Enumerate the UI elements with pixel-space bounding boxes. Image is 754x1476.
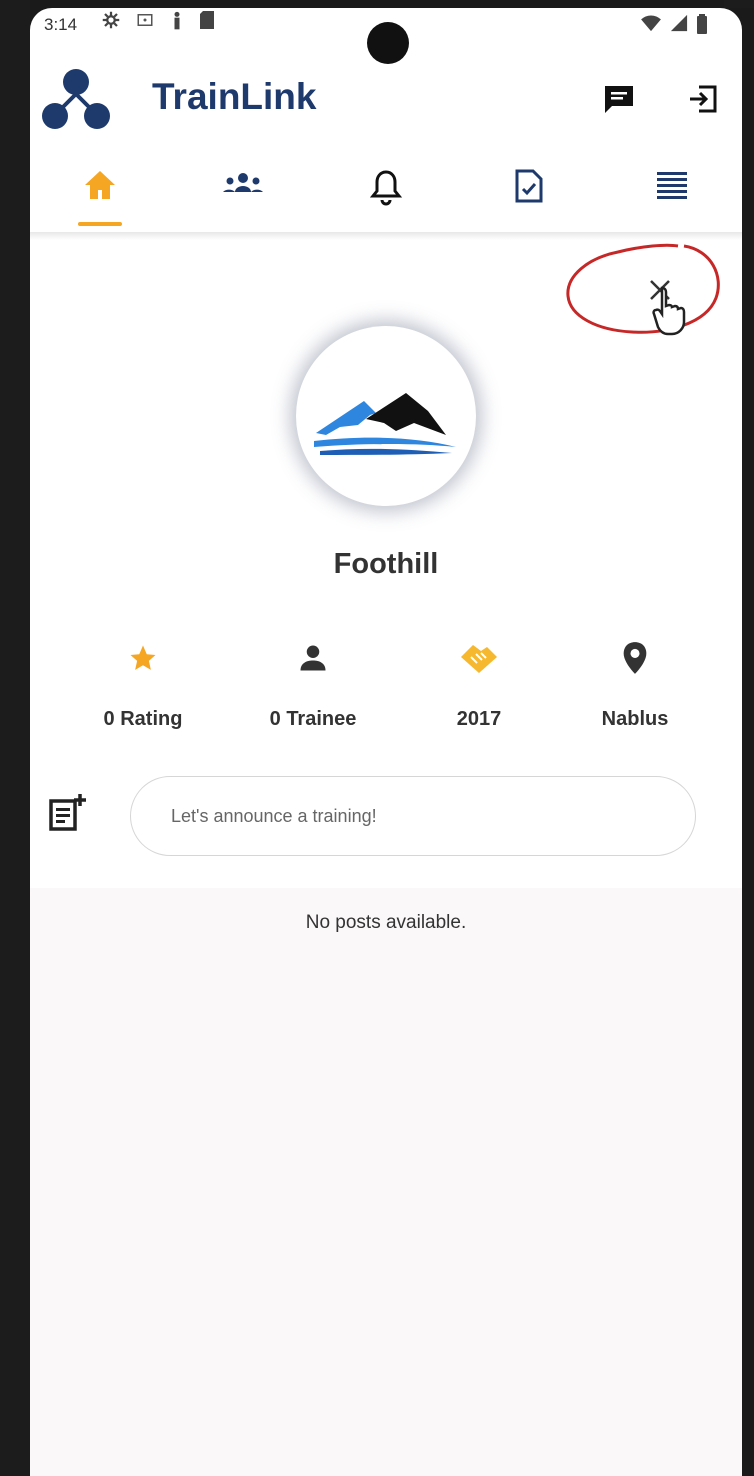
menu-icon — [657, 172, 687, 199]
posts-feed: No posts available. — [30, 888, 742, 1476]
settings-status-icon — [102, 11, 120, 29]
bell-icon — [369, 170, 403, 206]
company-avatar — [296, 326, 476, 506]
stat-founded-label: 2017 — [456, 708, 502, 730]
stat-rating: 0 Rating — [58, 636, 228, 731]
new-post-icon[interactable] — [48, 792, 88, 832]
tab-bar — [30, 158, 742, 234]
app-title: TrainLink — [152, 76, 317, 117]
app-header: TrainLink — [30, 58, 742, 148]
company-stats: 0 Rating 0 Trainee 2017 Nablus — [30, 636, 742, 746]
mouse-cursor-icon — [652, 286, 686, 336]
no-posts-message: No posts available. — [305, 912, 467, 933]
status-icons-right — [640, 14, 708, 34]
person-icon — [300, 645, 326, 671]
tab-documents[interactable] — [489, 158, 569, 234]
stat-location-label: Nablus — [601, 708, 669, 730]
stat-trainees: 0 Trainee — [228, 636, 398, 731]
stat-founded: 2017 — [394, 636, 564, 731]
device-bezel-top — [724, 0, 754, 8]
tab-notifications[interactable] — [346, 158, 426, 234]
wifi-icon — [641, 15, 661, 32]
phone-screen: 3:14 TrainLink Foothill 0 Rating 0 Train… — [30, 8, 742, 1476]
tab-home[interactable] — [60, 158, 140, 234]
stat-rating-label: 0 Rating — [103, 708, 183, 730]
device-bezel — [0, 0, 30, 1476]
logout-button[interactable] — [684, 80, 722, 118]
groups-icon — [223, 173, 263, 192]
stat-trainees-label: 0 Trainee — [269, 708, 357, 730]
signal-icon — [670, 14, 688, 32]
tab-menu[interactable] — [632, 158, 712, 234]
status-bar: 3:14 — [30, 8, 742, 64]
battery-icon — [697, 14, 707, 34]
chat-icon — [605, 86, 633, 113]
mountain-logo — [314, 393, 456, 455]
star-icon — [130, 645, 156, 670]
home-icon — [85, 171, 115, 199]
company-name: Foothill — [333, 548, 439, 580]
chat-button[interactable] — [600, 80, 638, 118]
status-time: 3:14 — [44, 15, 78, 34]
sd-card-status-icon — [200, 11, 214, 29]
tab-groups[interactable] — [203, 158, 283, 234]
app-logo — [42, 69, 110, 129]
status-icons-left — [102, 11, 214, 31]
accessibility-status-icon — [174, 11, 180, 30]
announce-training-input[interactable] — [130, 776, 696, 856]
cast-status-icon — [137, 14, 153, 26]
active-tab-indicator — [78, 222, 122, 226]
logout-icon — [690, 85, 717, 113]
post-composer — [30, 776, 742, 866]
stat-location: Nablus — [550, 636, 720, 731]
location-pin-icon — [623, 642, 647, 674]
handshake-icon — [461, 645, 497, 673]
document-check-icon — [515, 169, 543, 203]
